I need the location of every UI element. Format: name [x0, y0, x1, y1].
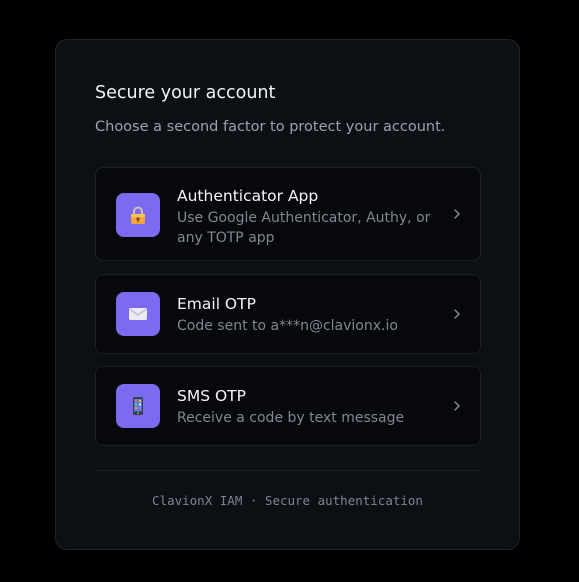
option-description: Receive a code by text message: [177, 410, 405, 426]
chevron-right-icon: [454, 309, 460, 319]
option-title: SMS OTP: [177, 387, 246, 405]
divider: [95, 470, 481, 471]
page-subtitle: Choose a second factor to protect your a…: [95, 119, 446, 135]
option-sms-otp[interactable]: SMS OTP Receive a code by text message: [95, 366, 481, 446]
option-email-otp[interactable]: Email OTP Code sent to a***n@clavionx.io: [95, 274, 481, 354]
mfa-card: Secure your account Choose a second fact…: [55, 39, 520, 550]
chevron-right-icon: [454, 209, 460, 219]
page-title: Secure your account: [95, 83, 276, 103]
phone-icon: [116, 384, 160, 428]
envelope-icon: [116, 292, 160, 336]
option-authenticator-app[interactable]: Authenticator App Use Google Authenticat…: [95, 167, 481, 261]
chevron-right-icon: [454, 401, 460, 411]
option-description: Code sent to a***n@clavionx.io: [177, 318, 398, 334]
option-text: Email OTP Code sent to a***n@clavionx.io: [177, 294, 447, 336]
option-title: Email OTP: [177, 295, 256, 313]
option-description: Use Google Authenticator, Authy, or any …: [177, 210, 431, 246]
option-text: Authenticator App Use Google Authenticat…: [177, 186, 447, 248]
option-title: Authenticator App: [177, 187, 319, 205]
lock-icon: [116, 193, 160, 237]
footer-text: ClavionX IAM · Secure authentication: [152, 493, 423, 508]
option-text: SMS OTP Receive a code by text message: [177, 386, 447, 428]
